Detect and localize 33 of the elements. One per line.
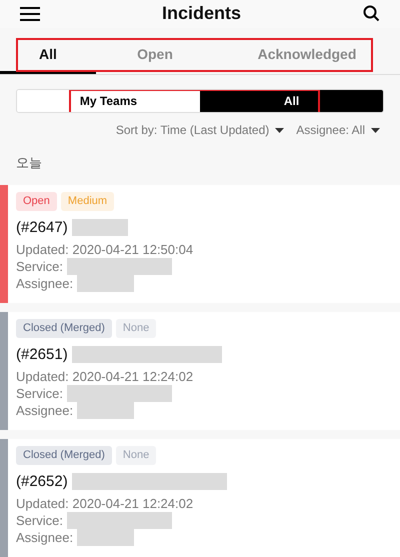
incident-card[interactable]: Open Medium (#2647) Updated: 2020-04-21 12:50:04 Service: Assignee: <box>0 185 400 303</box>
updated-time: Updated: 2020-04-21 12:50:04 <box>16 242 194 257</box>
assignee-dropdown[interactable]: Assignee: All <box>296 121 380 139</box>
section-heading: 오늘 <box>16 155 42 170</box>
caret-icon <box>371 128 380 132</box>
assignee-label: Assignee: <box>16 529 74 546</box>
status-badge: Closed (Merged) <box>16 319 112 338</box>
search-icon[interactable] <box>362 5 380 22</box>
status-badge: Open <box>16 192 57 210</box>
updated-time: Updated: 2020-04-21 12:24:02 <box>16 496 194 511</box>
redaction-block <box>72 219 128 236</box>
assignee-label: Assignee: <box>16 402 74 419</box>
caret-icon <box>275 128 284 132</box>
incident-card[interactable]: Closed (Merged) None (#2651) Updated: 2020-04-21 12:24:02 Service: Assignee: <box>0 312 400 430</box>
urgency-badge: None <box>116 319 156 338</box>
sort-dropdown[interactable]: Sort by: Time (Last Updated) <box>116 121 284 139</box>
menu-button[interactable] <box>20 6 40 22</box>
incident-number: (#2647) <box>16 218 68 238</box>
urgency-badge: Medium <box>60 192 114 210</box>
service-label: Service: <box>16 512 63 529</box>
service-label: Service: <box>16 385 63 402</box>
updated-time: Updated: 2020-04-21 12:24:02 <box>16 369 194 384</box>
tab[interactable]: All <box>0 38 96 74</box>
screen-title: Incidents <box>162 2 241 26</box>
segment-option[interactable]: My Teams <box>17 90 200 112</box>
incident-card[interactable]: Closed (Merged) None (#2652) Updated: 2020-04-21 12:24:02 Service: Assignee: <box>0 439 400 557</box>
urgency-badge: None <box>116 446 156 464</box>
assignee-label: Assignee: <box>16 275 74 292</box>
status-badge: Closed (Merged) <box>16 446 112 464</box>
incident-number: (#2652) <box>16 472 68 492</box>
segment-option[interactable]: All <box>200 90 383 112</box>
service-label: Service: <box>16 258 63 275</box>
incident-number: (#2651) <box>16 344 68 364</box>
